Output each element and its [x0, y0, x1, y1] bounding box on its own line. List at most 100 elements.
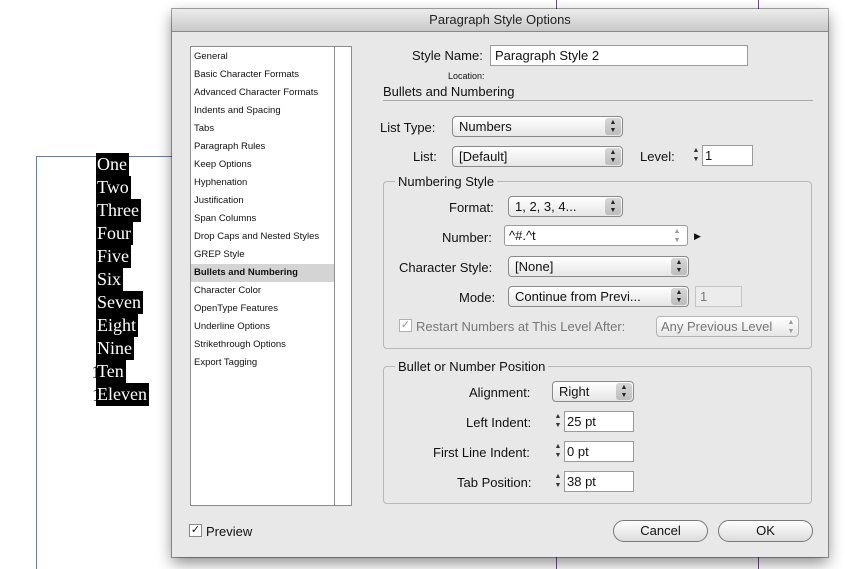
mode-select[interactable]: Continue from Previ... ▲ ▼	[508, 286, 689, 307]
list-item-text[interactable]: Nine	[96, 337, 134, 360]
restart-after-value: Any Previous Level	[661, 319, 773, 334]
select-arrows-icon: ▲ ▼	[605, 148, 621, 165]
category-item[interactable]: Keep Options	[191, 156, 350, 174]
mode-value: Continue from Previ...	[515, 289, 641, 304]
number-input[interactable]: ^#.^t	[504, 225, 688, 246]
start-at-input[interactable]: 1	[695, 286, 742, 307]
tab-position-stepper-icon[interactable]: ▲ ▼	[552, 472, 564, 491]
alignment-label: Alignment:	[469, 385, 531, 400]
category-item[interactable]: Underline Options	[191, 318, 350, 336]
list-item-text[interactable]: Three	[96, 199, 141, 222]
category-list[interactable]: Export Tagging Strikethrough Options Under…	[190, 46, 352, 506]
text-frame-left-edge	[36, 156, 37, 569]
list-item[interactable]: 1.One	[40, 153, 176, 176]
list-item-text[interactable]: Eleven	[96, 383, 149, 406]
list-item[interactable]: 3.Three	[40, 199, 176, 222]
section-divider	[383, 100, 813, 101]
first-line-indent-input[interactable]: 0 pt	[564, 441, 634, 462]
tab-position-input[interactable]: 38 pt	[564, 471, 634, 492]
list-item[interactable]: 2.Two	[40, 176, 176, 199]
format-value: 1, 2, 3, 4...	[515, 199, 577, 214]
tab-position-label: Tab Position:	[457, 475, 532, 490]
mode-label: Mode:	[459, 290, 496, 305]
first-line-indent-stepper-icon[interactable]: ▲ ▼	[552, 442, 564, 461]
list-item[interactable]: 9.Nine	[40, 337, 176, 360]
character-style-value: [None]	[515, 259, 554, 274]
list-type-value: Numbers	[459, 119, 512, 134]
restart-numbers-checkbox[interactable]: ✓	[399, 319, 412, 332]
numbering-style-title: Numbering Style	[395, 174, 498, 189]
insert-special-character-arrow-icon[interactable]: ▶	[694, 231, 701, 242]
dialog-title[interactable]: Paragraph Style Options	[172, 9, 828, 32]
level-input[interactable]: 1	[702, 145, 753, 166]
category-item[interactable]: Justification	[191, 192, 350, 210]
restart-numbers-label: Restart Numbers at This Level After:	[416, 319, 626, 334]
category-item[interactable]: General	[191, 48, 350, 66]
category-item[interactable]: Export Tagging	[191, 354, 350, 372]
list-item-text[interactable]: One	[96, 153, 129, 176]
numbered-list[interactable]: 1.One2.Two3.Three4.Four5.Five6.Six7.Seve…	[40, 153, 176, 406]
left-indent-input[interactable]: 25 pt	[564, 411, 634, 432]
preview-checkbox[interactable]: ✓	[189, 524, 202, 537]
list-label: List:	[413, 149, 437, 164]
category-item[interactable]: Character Color	[191, 282, 350, 300]
category-item[interactable]: Paragraph Rules	[191, 138, 350, 156]
style-name-label: Style Name:	[412, 48, 483, 63]
alignment-select[interactable]: Right ▲ ▼	[552, 381, 634, 402]
select-arrows-icon: ▲ ▼	[787, 319, 795, 335]
category-item[interactable]: Drop Caps and Nested Styles	[191, 228, 350, 246]
list-item[interactable]: 8.Eight	[40, 314, 176, 337]
location-label: Location:	[448, 71, 485, 81]
select-arrows-icon: ▲ ▼	[616, 383, 632, 400]
restart-after-select[interactable]: Any Previous Level ▲ ▼	[656, 316, 799, 337]
ok-button[interactable]: OK	[718, 520, 813, 542]
category-item[interactable]: Strikethrough Options	[191, 336, 350, 354]
category-item[interactable]: GREP Style	[191, 246, 350, 264]
character-style-select[interactable]: [None] ▲ ▼	[508, 256, 689, 277]
list-item[interactable]: 6.Six	[40, 268, 176, 291]
list-item-text[interactable]: Seven	[96, 291, 143, 314]
bullet-position-title: Bullet or Number Position	[395, 359, 549, 374]
category-item[interactable]: OpenType Features	[191, 300, 350, 318]
list-item-text[interactable]: Four	[96, 222, 134, 245]
select-arrows-icon: ▲ ▼	[671, 258, 687, 275]
list-item[interactable]: 4.Four	[40, 222, 176, 245]
paragraph-style-options-dialog: Paragraph Style Options Export Tagging St…	[172, 9, 828, 557]
level-label: Level:	[640, 149, 675, 164]
list-type-label: List Type:	[380, 120, 436, 135]
list-item-text[interactable]: Eight	[96, 314, 138, 337]
list-item[interactable]: 7.Seven	[40, 291, 176, 314]
format-select[interactable]: 1, 2, 3, 4... ▲ ▼	[508, 196, 623, 217]
list-value: [Default]	[459, 149, 508, 164]
list-item[interactable]: 11.Eleven	[40, 383, 176, 406]
list-item-text[interactable]: Six	[96, 268, 124, 291]
left-indent-label: Left Indent:	[466, 415, 532, 430]
first-line-indent-label: First Line Indent:	[433, 445, 530, 460]
list-item-text[interactable]: Five	[96, 245, 132, 268]
category-item[interactable]: Indents and Spacing	[191, 102, 350, 120]
category-item[interactable]: Advanced Character Formats	[191, 84, 350, 102]
style-name-input[interactable]: Paragraph Style 2	[490, 45, 748, 66]
category-item[interactable]: Span Columns	[191, 210, 350, 228]
select-arrows-icon: ▲ ▼	[605, 118, 621, 135]
alignment-value: Right	[559, 384, 590, 399]
category-item[interactable]: Tabs	[191, 120, 350, 138]
select-arrows-icon: ▲ ▼	[605, 198, 621, 215]
list-item[interactable]: 10.Ten	[40, 360, 176, 383]
list-item-text[interactable]: Two	[96, 176, 131, 199]
number-options-stepper-icon[interactable]: ▲ ▼	[671, 227, 683, 246]
select-arrows-icon: ▲ ▼	[671, 288, 687, 305]
list-item[interactable]: 5.Five	[40, 245, 176, 268]
format-label: Format:	[449, 200, 494, 215]
cancel-button[interactable]: Cancel	[613, 520, 708, 542]
left-indent-stepper-icon[interactable]: ▲ ▼	[552, 412, 564, 431]
list-select[interactable]: [Default] ▲ ▼	[452, 146, 623, 167]
level-stepper-icon[interactable]: ▲ ▼	[690, 146, 702, 165]
category-list-scrollbar[interactable]	[334, 47, 351, 505]
category-item[interactable]: Bullets and Numbering	[191, 264, 350, 282]
category-item[interactable]: Hyphenation	[191, 174, 350, 192]
list-item-text[interactable]: Ten	[96, 360, 126, 383]
character-style-label: Character Style:	[399, 260, 493, 275]
list-type-select[interactable]: Numbers ▲ ▼	[452, 116, 623, 137]
category-item[interactable]: Basic Character Formats	[191, 66, 350, 84]
